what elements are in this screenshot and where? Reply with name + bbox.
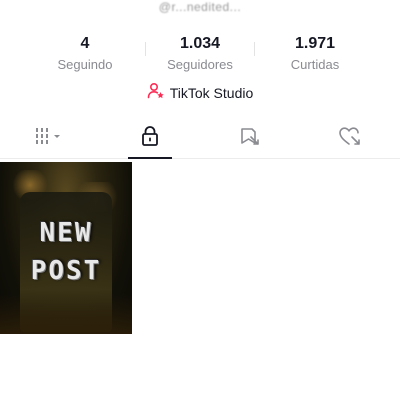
liked-heart-icon [337, 125, 363, 152]
profile-username: @r...nedited... [158, 0, 242, 14]
tiktok-studio-link[interactable]: TikTok Studio [0, 82, 400, 104]
stat-following-label: Seguindo [57, 57, 113, 72]
thumbnail-overlay-text: NEW [39, 218, 93, 248]
video-thumbnail[interactable]: NEW POST [0, 162, 132, 334]
user-star-icon [147, 82, 165, 105]
profile-stats: 4 Seguindo 1.034 Seguidores 1.971 Curtid… [30, 34, 370, 78]
lock-icon [139, 125, 161, 152]
private-tab[interactable] [100, 118, 200, 159]
stat-likes[interactable]: 1.971 Curtidas [260, 34, 370, 78]
stat-likes-label: Curtidas [290, 57, 340, 72]
liked-tab[interactable] [300, 118, 400, 158]
reposts-tab[interactable] [200, 118, 300, 158]
thumbnail-overlay-text: POST [30, 256, 102, 286]
profile-tabs [0, 118, 400, 159]
stat-followers[interactable]: 1.034 Seguidores [145, 34, 255, 78]
stat-followers-label: Seguidores [167, 57, 233, 72]
stat-divider [254, 42, 255, 56]
tiktok-studio-label: TikTok Studio [169, 85, 254, 101]
thumbnail-fade [0, 294, 132, 334]
stat-likes-count: 1.971 [294, 35, 336, 52]
stat-following[interactable]: 4 Seguindo [30, 34, 140, 78]
repost-icon [238, 125, 262, 152]
stat-followers-count: 1.034 [179, 35, 221, 52]
stat-divider [145, 42, 146, 56]
videos-grid-tab[interactable] [0, 118, 100, 158]
grid-icon [34, 126, 66, 151]
stat-following-count: 4 [80, 35, 90, 52]
